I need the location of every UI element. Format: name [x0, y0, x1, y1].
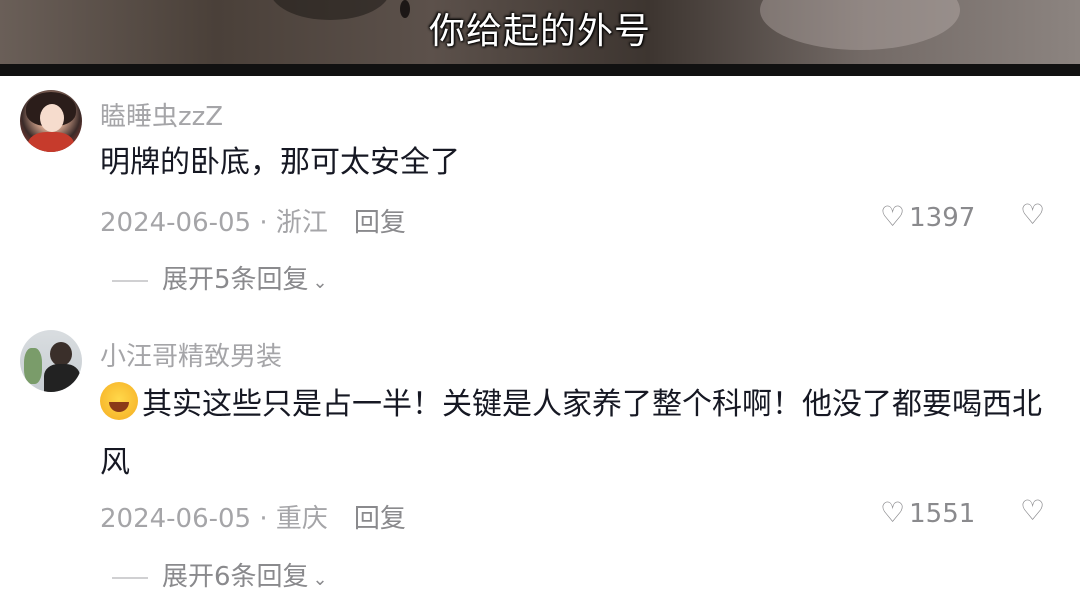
expand-divider: [112, 279, 148, 282]
chevron-down-icon: ⌄: [312, 569, 328, 590]
comment-text[interactable]: 其实这些只是占一半！关键是人家养了整个科啊！他没了都要喝西北风: [100, 376, 1050, 492]
comment-username[interactable]: 瞌睡虫zzZ: [100, 96, 223, 133]
comment-meta: 2024-06-05 · 重庆 回复: [100, 498, 406, 535]
comment-date-location: 2024-06-05 · 重庆: [100, 504, 328, 534]
like-count: 1551: [909, 499, 976, 529]
heart-outline-icon: ♡: [880, 496, 906, 529]
video-player[interactable]: 你给起的外号: [0, 0, 1080, 64]
avatar[interactable]: [20, 330, 82, 392]
comment-username[interactable]: 小汪哥精致男装: [100, 336, 282, 373]
comment-text[interactable]: 明牌的卧底，那可太安全了: [100, 134, 1050, 192]
comment-text-body: 其实这些只是占一半！关键是人家养了整个科啊！他没了都要喝西北风: [100, 387, 1042, 480]
video-bottom-bar: [0, 64, 1080, 76]
expand-divider: [112, 576, 148, 579]
expand-replies-button[interactable]: 展开6条回复 ⌄: [112, 556, 328, 593]
broken-heart-icon[interactable]: ♡: [1020, 494, 1045, 527]
video-subtitle: 你给起的外号: [428, 11, 651, 52]
comment-date-location: 2024-06-05 · 浙江: [100, 208, 328, 238]
comment-meta: 2024-06-05 · 浙江 回复: [100, 202, 406, 239]
like-count: 1397: [909, 203, 976, 233]
chevron-down-icon: ⌄: [312, 272, 328, 293]
laughing-tears-emoji: [100, 382, 138, 420]
like-button[interactable]: ♡ 1551: [880, 496, 975, 529]
heart-outline-icon: ♡: [880, 200, 906, 233]
reply-button[interactable]: 回复: [354, 208, 406, 238]
expand-replies-button[interactable]: 展开5条回复 ⌄: [112, 259, 328, 296]
reply-button[interactable]: 回复: [354, 504, 406, 534]
like-button[interactable]: ♡ 1397: [880, 200, 975, 233]
avatar[interactable]: [20, 90, 82, 152]
expand-replies-label: 展开5条回复: [162, 265, 309, 295]
expand-replies-label: 展开6条回复: [162, 562, 309, 592]
broken-heart-icon[interactable]: ♡: [1020, 198, 1045, 231]
